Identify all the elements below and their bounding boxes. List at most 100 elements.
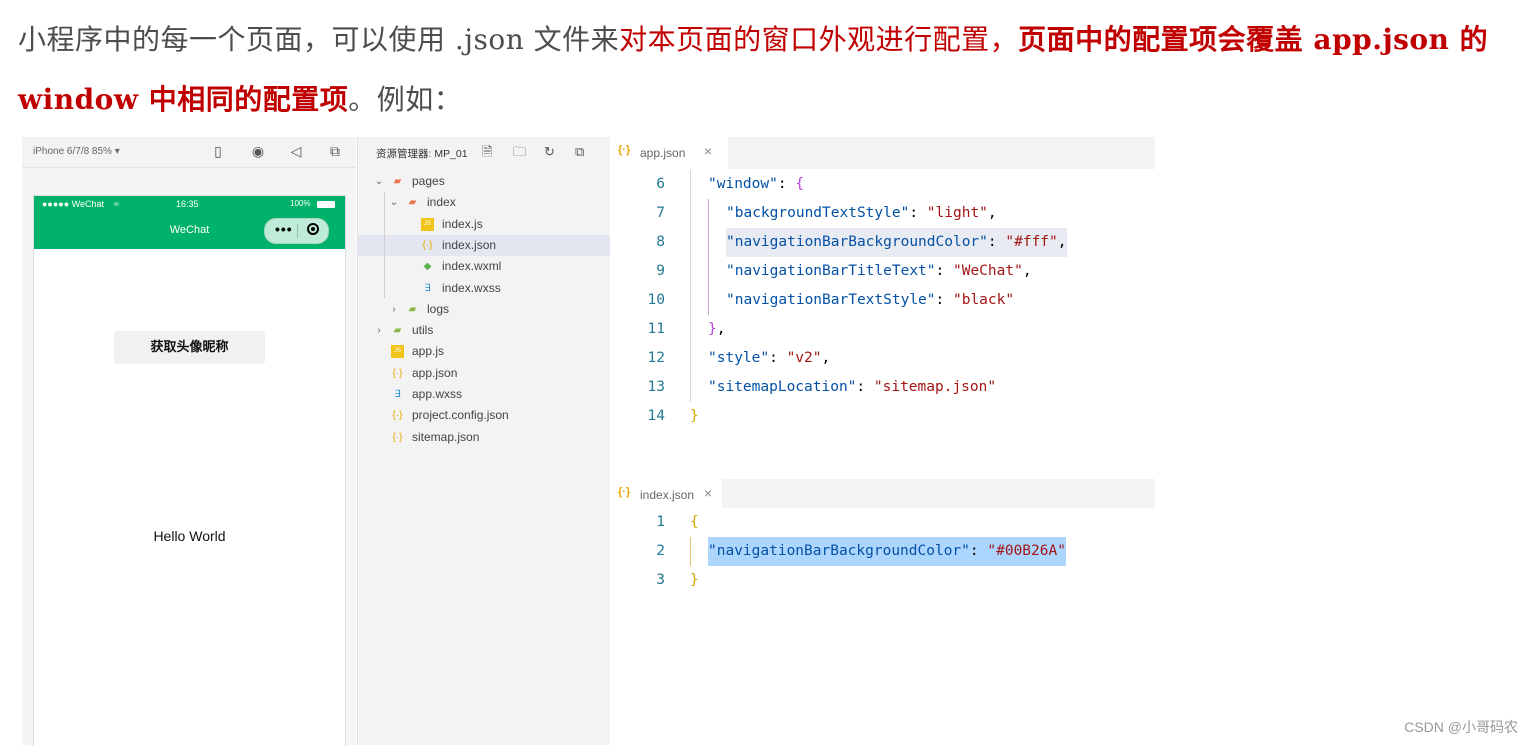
json-icon: {·}: [618, 144, 631, 156]
tree-item-app-wxss[interactable]: ∃ app.wxss: [358, 384, 610, 405]
folder-icon: ▰: [408, 197, 417, 209]
folder-icon: ▰: [393, 325, 402, 337]
window-icon[interactable]: ⧉: [327, 143, 343, 159]
refresh-icon[interactable]: ↻: [544, 144, 575, 160]
editor2-code[interactable]: 1{ 2 "navigationBarBackgroundColor": "#00B…: [610, 508, 1155, 745]
watermark: CSDN @小哥码农: [1404, 719, 1518, 735]
line-number: 3: [656, 572, 665, 588]
folder-icon: ▰: [393, 176, 402, 187]
explorer-actions: 🗎 🗀 ↻ ⧉: [482, 143, 606, 165]
capsule-button[interactable]: •••: [264, 218, 329, 244]
explorer-title: 资源管理器: MP_01: [376, 148, 468, 160]
line-number: 8: [656, 234, 665, 250]
tree-item-index-wxss[interactable]: ∃ index.wxss: [358, 278, 610, 299]
close-target-icon[interactable]: [307, 223, 319, 235]
close-icon[interactable]: ×: [704, 485, 712, 501]
line-number: 7: [656, 205, 665, 221]
tree-item-app-json[interactable]: {·} app.json: [358, 363, 610, 384]
line-number: 14: [647, 408, 665, 424]
line-number: 2: [656, 543, 665, 559]
intro-text-highlight: 对本页面的窗口外观进行配置，: [619, 23, 1019, 56]
phone-icon[interactable]: ▯: [210, 143, 226, 159]
indent-guide: [690, 170, 691, 402]
code-text: "backgroundTextStyle": "light",: [726, 205, 997, 221]
chevron-right-icon[interactable]: ›: [374, 320, 384, 341]
tree-item-index-wxml[interactable]: ◆ index.wxml: [358, 256, 610, 277]
battery-icon: [317, 201, 335, 208]
code-line: 7 "backgroundTextStyle": "light",: [610, 199, 1155, 228]
code-text: "sitemapLocation": "sitemap.json": [708, 379, 997, 395]
code-text: "navigationBarBackgroundColor": "#fff",: [726, 228, 1067, 257]
code-text: }: [690, 408, 699, 424]
editor1-code[interactable]: 6 "window": { 7 "backgroundTextStyle": "lig…: [610, 169, 1155, 479]
tree-item-index[interactable]: ⌄ ▰ index: [358, 192, 610, 213]
tab-app-json[interactable]: {·} app.json ×: [610, 137, 728, 169]
code-text: "navigationBarTextStyle": "black": [726, 292, 1015, 308]
chevron-down-icon[interactable]: ⌄: [374, 171, 384, 192]
signal-text: ●●●●● WeChat: [42, 199, 105, 209]
tree-item-label: index.js: [442, 216, 483, 231]
file-explorer: 资源管理器: MP_01 🗎 🗀 ↻ ⧉ ⌄ ▰ pages ⌄ ▰ index JS index.…: [357, 137, 611, 745]
tree-item-project-config-json[interactable]: {·} project.config.json: [358, 405, 610, 426]
record-icon[interactable]: ◉: [250, 143, 266, 159]
device-selector[interactable]: iPhone 6/7/8 85% ▾: [33, 146, 120, 157]
chevron-down-icon[interactable]: ⌄: [389, 192, 399, 213]
capsule-divider: [297, 224, 298, 238]
json-file-icon: {·}: [392, 410, 403, 422]
code-text: "navigationBarTitleText": "WeChat",: [726, 263, 1032, 279]
battery-text: 100%: [290, 199, 311, 208]
new-folder-icon[interactable]: 🗀: [513, 143, 544, 165]
tree-item-label: project.config.json: [412, 408, 509, 423]
line-number: 6: [656, 176, 665, 192]
code-text: "window": {: [708, 176, 805, 192]
indent-guide: [384, 192, 385, 298]
intro-text-end: 。例如：: [348, 83, 463, 116]
tree-item-label: utils: [412, 323, 434, 338]
tab-label: index.json: [640, 488, 695, 502]
tree-item-index-js[interactable]: JS index.js: [358, 214, 610, 235]
code-text: "style": "v2",: [708, 350, 831, 366]
indent-guide: [690, 537, 691, 566]
tree-item-label: logs: [427, 301, 450, 316]
collapse-icon[interactable]: ⧉: [575, 144, 606, 160]
tree-item-index-json[interactable]: {·} index.json: [358, 234, 610, 256]
wxss-file-icon: ∃: [424, 282, 431, 294]
tree-item-label: app.json: [412, 365, 458, 380]
tree-item-logs[interactable]: › ▰ logs: [358, 299, 610, 320]
tree-item-label: sitemap.json: [412, 429, 480, 444]
tree-item-label: pages: [412, 174, 445, 188]
tree-item-utils[interactable]: › ▰ utils: [358, 320, 610, 341]
tree-item-sitemap-json[interactable]: {·} sitemap.json: [358, 427, 610, 448]
editor1-tabbar: {·} app.json ×: [610, 137, 1155, 169]
tab-index-json[interactable]: {·} index.json ×: [610, 479, 722, 511]
tab-label: app.json: [640, 146, 686, 160]
tree-item-label: app.js: [412, 344, 445, 359]
json-file-icon: {·}: [392, 367, 403, 379]
code-line: 8 "navigationBarBackgroundColor": "#fff",: [610, 228, 1155, 257]
line-number: 11: [647, 321, 665, 337]
tree-item-label: index.wxss: [442, 280, 501, 295]
code-text: }: [690, 572, 699, 588]
code-line: 9 "navigationBarTitleText": "WeChat",: [610, 257, 1155, 286]
navigation-bar: WeChat •••: [34, 213, 345, 249]
tree-item-app-js[interactable]: JS app.js: [358, 341, 610, 362]
indent-guide: [708, 199, 709, 315]
js-file-icon: JS: [391, 345, 404, 359]
tree-item-label: app.wxss: [412, 387, 463, 401]
volume-icon[interactable]: ◁: [288, 143, 304, 159]
code-line: 14}: [610, 402, 1155, 431]
code-text: },: [708, 321, 726, 337]
status-time: 16:35: [176, 199, 199, 209]
line-number: 10: [647, 292, 665, 308]
code-line: 1{: [610, 508, 1155, 537]
more-icon[interactable]: •••: [275, 221, 293, 237]
tree-item-pages[interactable]: ⌄ ▰ pages: [358, 171, 610, 192]
line-number: 12: [647, 350, 665, 366]
close-icon[interactable]: ×: [704, 143, 712, 159]
wxss-file-icon: ∃: [394, 389, 401, 400]
chevron-right-icon[interactable]: ›: [389, 299, 399, 320]
editor2-tabbar: {·} index.json ×: [610, 479, 1155, 511]
get-avatar-button[interactable]: 获取头像昵称: [114, 331, 265, 364]
code-text: "navigationBarBackgroundColor": "#00B26A…: [708, 537, 1066, 566]
new-file-icon[interactable]: 🗎: [482, 143, 513, 165]
